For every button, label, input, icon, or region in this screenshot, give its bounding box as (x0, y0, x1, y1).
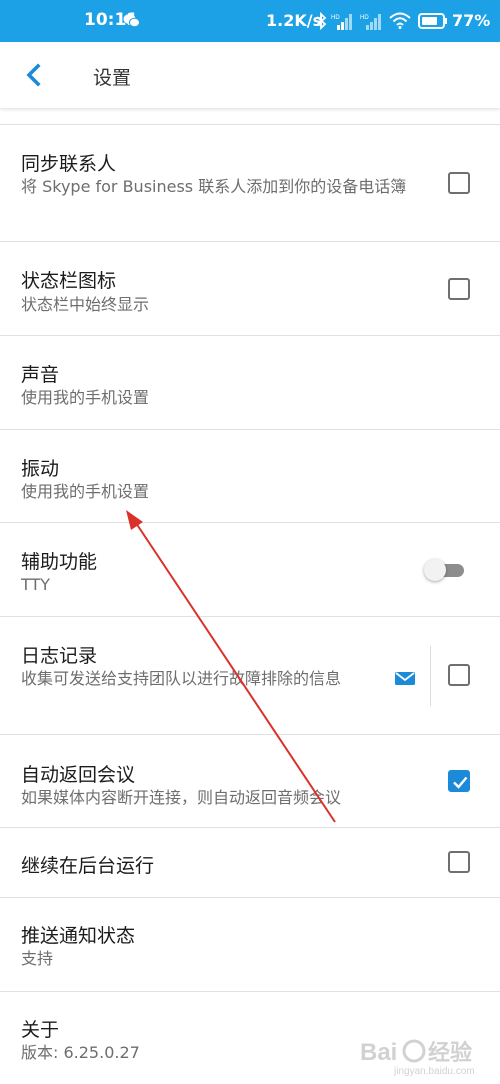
setting-sync-contacts[interactable]: 同步联系人 将 Skype for Business 联系人添加到你的设备电话簿 (0, 125, 500, 241)
setting-subtitle: 支持 (21, 949, 54, 968)
setting-title: 振动 (21, 458, 60, 480)
sync-contacts-checkbox[interactable] (448, 172, 470, 194)
bluetooth-icon (316, 12, 327, 30)
setting-title: 自动返回会议 (21, 764, 136, 786)
signal-icon: HD (360, 14, 381, 30)
svg-text:HD: HD (331, 15, 340, 21)
setting-push-status[interactable]: 推送通知状态 支持 (0, 898, 500, 991)
mail-icon[interactable] (394, 670, 416, 686)
setting-subtitle: 使用我的手机设置 (21, 388, 150, 407)
setting-title: 关于 (21, 1019, 60, 1041)
setting-sound[interactable]: 声音 使用我的手机设置 (0, 336, 500, 429)
network-speed: 1.2K/s (266, 11, 323, 30)
status-bar: 10:11 1.2K/s HD HD 77% (0, 0, 500, 42)
baidu-jingyan-watermark: Bai 经验 jingyan.baidu.com (360, 1039, 475, 1077)
svg-text:jingyan.baidu.com: jingyan.baidu.com (393, 1066, 475, 1077)
svg-text:经验: 经验 (428, 1040, 472, 1066)
setting-title: 日志记录 (21, 645, 98, 667)
setting-auto-rejoin[interactable]: 自动返回会议 如果媒体内容断开连接，则自动返回音频会议 (0, 735, 500, 827)
setting-subtitle: 将 Skype for Business 联系人添加到你的设备电话簿 (21, 177, 407, 196)
svg-text:HD: HD (360, 15, 369, 21)
setting-subtitle: 版本: 6.25.0.27 (21, 1043, 140, 1062)
accessibility-toggle[interactable] (424, 557, 468, 583)
page-title: 设置 (93, 67, 132, 89)
setting-run-in-background[interactable]: 继续在后台运行 (0, 828, 500, 897)
setting-subtitle: 如果媒体内容断开连接，则自动返回音频会议 (21, 788, 342, 807)
auto-rejoin-checkbox[interactable] (448, 770, 470, 792)
setting-title: 声音 (21, 364, 60, 386)
setting-accessibility[interactable]: 辅助功能 TTY (0, 523, 500, 616)
setting-title: 同步联系人 (21, 153, 117, 175)
wechat-icon (123, 14, 140, 28)
setting-status-bar-icon[interactable]: 状态栏图标 状态栏中始终显示 (0, 242, 500, 335)
setting-logging[interactable]: 日志记录 收集可发送给支持团队以进行故障排除的信息 (0, 617, 500, 734)
setting-subtitle: 状态栏中始终显示 (21, 295, 150, 314)
setting-title: 继续在后台运行 (21, 855, 155, 877)
battery-icon (418, 13, 447, 29)
back-button[interactable] (14, 56, 52, 94)
run-in-background-checkbox[interactable] (448, 851, 470, 873)
setting-title: 状态栏图标 (21, 270, 117, 292)
app-bar: 设置 (0, 42, 500, 108)
setting-subtitle: 收集可发送给支持团队以进行故障排除的信息 (21, 669, 342, 688)
svg-text:Bai: Bai (360, 1039, 397, 1066)
checkmark-icon (453, 776, 468, 789)
status-bar-icon-checkbox[interactable] (448, 278, 470, 300)
setting-subtitle: TTY (21, 575, 51, 594)
setting-subtitle: 使用我的手机设置 (21, 482, 150, 501)
setting-title: 辅助功能 (21, 551, 98, 573)
setting-title: 推送通知状态 (21, 925, 136, 947)
chevron-left-icon (26, 63, 41, 87)
setting-vibration[interactable]: 振动 使用我的手机设置 (0, 430, 500, 522)
signal-icon: HD (331, 14, 352, 30)
battery-percentage: 77% (452, 11, 491, 30)
logging-checkbox[interactable] (448, 664, 470, 686)
wifi-icon (389, 12, 411, 29)
toggle-knob (424, 559, 446, 581)
vertical-separator (430, 646, 431, 706)
